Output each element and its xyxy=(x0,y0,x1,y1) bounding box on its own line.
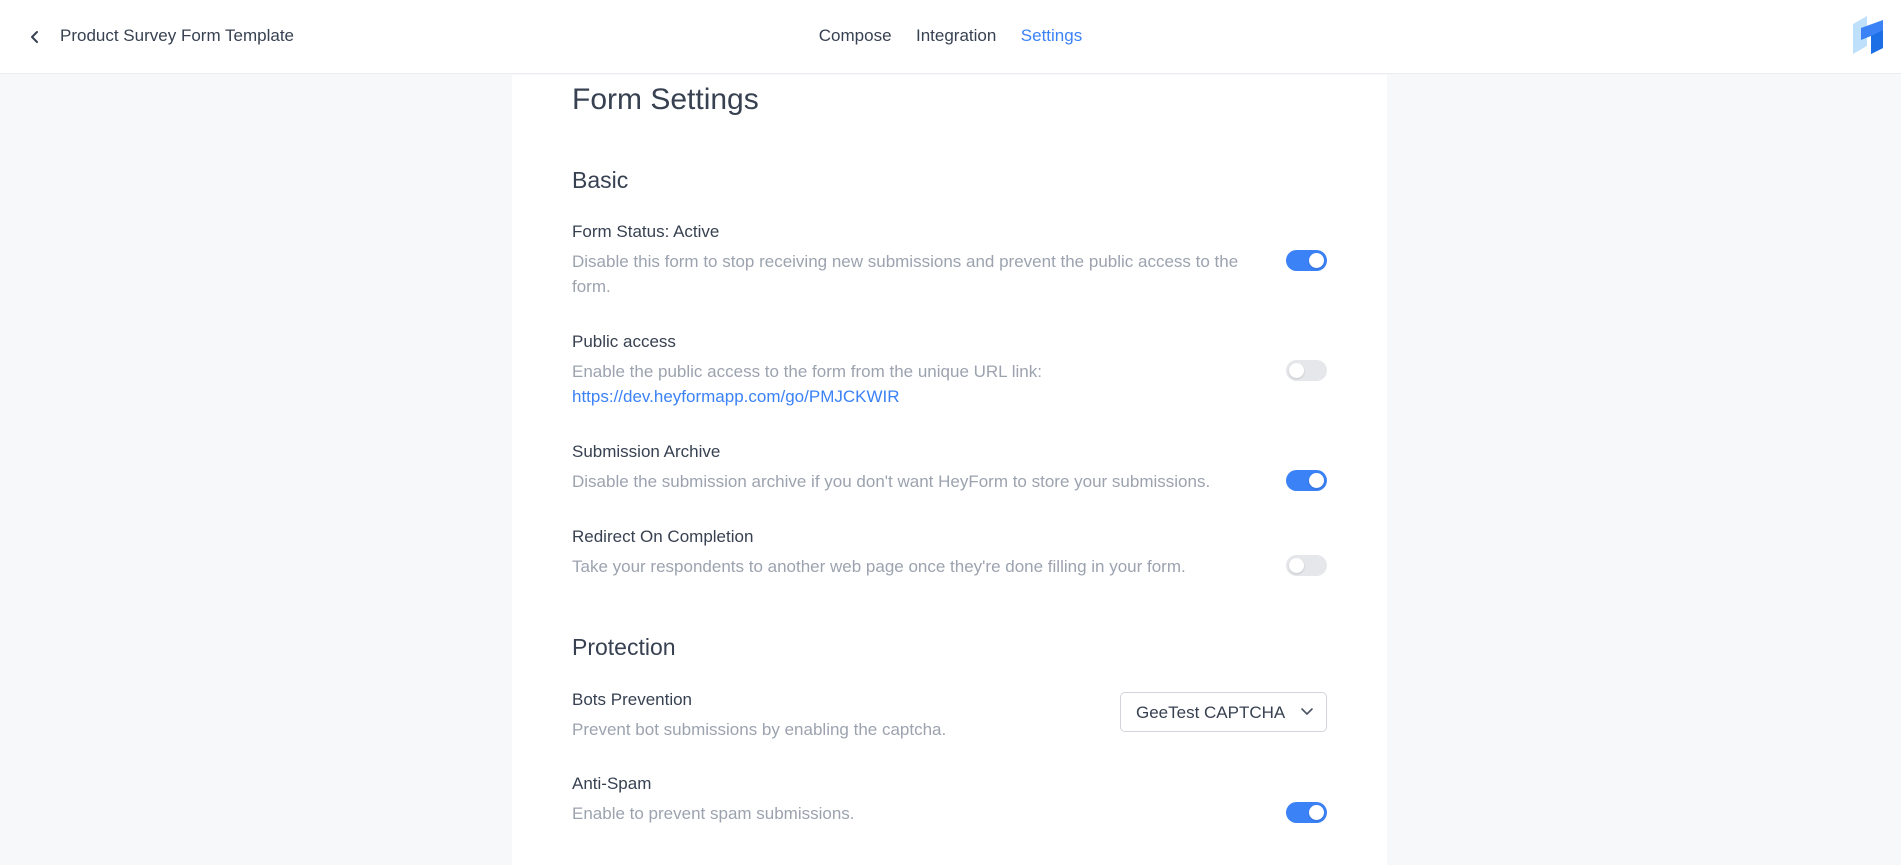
setting-description: Take your respondents to another web pag… xyxy=(572,557,1186,576)
public-url-link[interactable]: https://dev.heyformapp.com/go/PMJCKWIR xyxy=(572,384,1327,409)
setting-title: Submission Archive xyxy=(572,442,721,461)
public-access-toggle[interactable] xyxy=(1286,360,1327,381)
toggle-knob xyxy=(1289,363,1304,378)
top-bar: Product Survey Form Template Compose Int… xyxy=(0,0,1901,74)
setting-bots-prevention: Bots Prevention Prevent bot submissions … xyxy=(572,689,1327,742)
toggle-knob xyxy=(1309,805,1324,820)
toggle-knob xyxy=(1309,473,1324,488)
nav-tabs: Compose Integration Settings xyxy=(0,26,1901,46)
captcha-select[interactable]: GeeTest CAPTCHA xyxy=(1120,692,1327,732)
setting-submission-archive: Submission Archive Disable the submissio… xyxy=(572,441,1327,494)
tab-compose[interactable]: Compose xyxy=(819,26,892,46)
settings-panel: Form Settings Basic Form Status: Active … xyxy=(512,75,1387,865)
setting-description: Disable this form to stop receiving new … xyxy=(572,252,1239,296)
setting-description: Disable the submission archive if you do… xyxy=(572,472,1211,491)
section-protection-title: Protection xyxy=(572,634,676,660)
setting-public-access: Public access Enable the public access t… xyxy=(572,331,1327,409)
setting-redirect: Redirect On Completion Take your respond… xyxy=(572,526,1327,579)
setting-title: Public access xyxy=(572,332,676,351)
setting-title: Form Status: Active xyxy=(572,222,720,241)
section-basic-title: Basic xyxy=(572,167,629,193)
app-logo[interactable] xyxy=(1849,14,1887,56)
page-title: Form Settings xyxy=(572,83,759,116)
setting-description: Enable the public access to the form fro… xyxy=(572,362,1042,381)
setting-title: Anti-Spam xyxy=(572,774,652,793)
redirect-toggle[interactable] xyxy=(1286,555,1327,576)
setting-anti-spam: Anti-Spam Enable to prevent spam submiss… xyxy=(572,773,1327,826)
form-status-toggle[interactable] xyxy=(1286,250,1327,271)
setting-description: Enable to prevent spam submissions. xyxy=(572,804,855,823)
tab-settings[interactable]: Settings xyxy=(1021,26,1082,46)
toggle-knob xyxy=(1309,253,1324,268)
tab-integration[interactable]: Integration xyxy=(916,26,996,46)
heyform-logo-icon xyxy=(1853,16,1883,54)
chevron-down-icon xyxy=(1301,708,1313,715)
setting-form-status: Form Status: Active Disable this form to… xyxy=(572,221,1327,299)
toggle-knob xyxy=(1289,558,1304,573)
submission-archive-toggle[interactable] xyxy=(1286,470,1327,491)
setting-title: Redirect On Completion xyxy=(572,527,754,546)
captcha-select-value: GeeTest CAPTCHA xyxy=(1136,703,1286,722)
anti-spam-toggle[interactable] xyxy=(1286,802,1327,823)
